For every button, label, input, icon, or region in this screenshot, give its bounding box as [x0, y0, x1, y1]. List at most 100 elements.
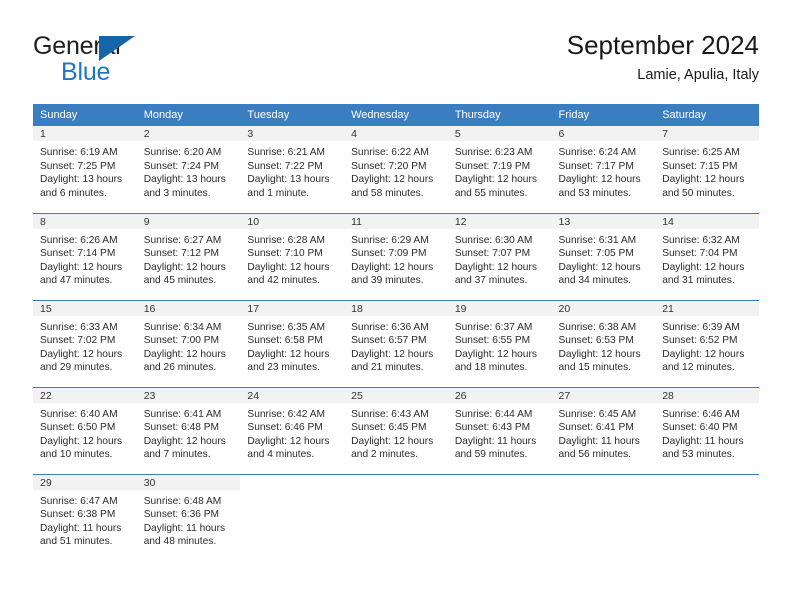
day-number	[240, 474, 345, 491]
day-cell[interactable]: 17 Sunrise: 6:35 AM Sunset: 6:58 PM Dayligh…	[240, 299, 345, 387]
day-cell[interactable]: 4 Sunrise: 6:22 AM Sunset: 7:20 PM Daylight…	[344, 126, 448, 213]
daylight-text-line2: and 50 minutes.	[662, 187, 735, 199]
sunrise-text: Sunrise: 6:28 AM	[247, 234, 325, 246]
day-cell-empty	[551, 473, 656, 561]
day-cell[interactable]: 2 Sunrise: 6:20 AM Sunset: 7:24 PM Daylight…	[136, 126, 241, 213]
day-cell[interactable]: 25 Sunrise: 6:43 AM Sunset: 6:45 PM Dayligh…	[344, 386, 448, 474]
sunset-text: Sunset: 6:50 PM	[40, 422, 116, 434]
sunset-text: Sunset: 7:00 PM	[143, 335, 220, 347]
weekday-header-friday: Friday	[551, 104, 656, 126]
daylight-text-line2: and 10 minutes.	[40, 449, 113, 461]
daylight-text-line1: Daylight: 13 hours	[143, 174, 226, 186]
daylight-text-line1: Daylight: 11 hours	[558, 435, 640, 447]
daylight-text-line2: and 31 minutes.	[662, 275, 735, 287]
sunrise-text: Sunrise: 6:36 AM	[351, 321, 429, 333]
day-number: 7	[655, 126, 759, 142]
daylight-text-line2: and 1 minute.	[247, 187, 310, 199]
calendar-week-row: 8 Sunrise: 6:26 AM Sunset: 7:14 PM Daylight…	[33, 212, 759, 300]
day-cell[interactable]: 14 Sunrise: 6:32 AM Sunset: 7:04 PM Dayligh…	[655, 212, 759, 300]
day-number: 23	[136, 387, 241, 404]
day-cell[interactable]: 22 Sunrise: 6:40 AM Sunset: 6:50 PM Dayligh…	[33, 386, 137, 474]
logo-text-blue: Blue	[61, 58, 111, 86]
sunrise-text: Sunrise: 6:47 AM	[40, 495, 118, 507]
day-details: Sunrise: 6:26 AM Sunset: 7:14 PM Daylight:…	[33, 230, 137, 288]
general-blue-logo[interactable]: General Blue	[33, 34, 233, 90]
day-number: 3	[240, 126, 345, 142]
day-cell[interactable]: 21 Sunrise: 6:39 AM Sunset: 6:52 PM Dayligh…	[655, 299, 759, 387]
day-cell[interactable]: 27 Sunrise: 6:45 AM Sunset: 6:41 PM Dayligh…	[551, 386, 656, 474]
sunrise-text: Sunrise: 6:45 AM	[558, 408, 637, 420]
sunset-text: Sunset: 7:22 PM	[247, 160, 323, 172]
sunset-text: Sunset: 6:52 PM	[662, 335, 738, 347]
sunset-text: Sunset: 6:40 PM	[662, 422, 738, 434]
day-cell[interactable]: 6 Sunrise: 6:24 AM Sunset: 7:17 PM Daylight…	[551, 126, 656, 213]
daylight-text-line1: Daylight: 12 hours	[247, 348, 330, 360]
sunset-text: Sunset: 6:38 PM	[40, 509, 116, 521]
daylight-text-line1: Daylight: 12 hours	[143, 348, 226, 360]
sunrise-text: Sunrise: 6:25 AM	[662, 147, 740, 158]
daylight-text-line2: and 56 minutes.	[558, 449, 632, 461]
day-cell[interactable]: 19 Sunrise: 6:37 AM Sunset: 6:55 PM Dayligh…	[447, 299, 552, 387]
weekday-header-wednesday: Wednesday	[344, 104, 448, 126]
day-number: 29	[33, 474, 137, 491]
day-cell[interactable]: 26 Sunrise: 6:44 AM Sunset: 6:43 PM Dayligh…	[447, 386, 552, 474]
day-cell[interactable]: 1 Sunrise: 6:19 AM Sunset: 7:25 PM Daylight…	[33, 126, 137, 213]
day-details: Sunrise: 6:34 AM Sunset: 7:00 PM Daylight:…	[137, 317, 241, 375]
sunrise-text: Sunrise: 6:35 AM	[247, 321, 325, 333]
day-cell[interactable]: 12 Sunrise: 6:30 AM Sunset: 7:07 PM Dayligh…	[447, 212, 552, 300]
day-cell[interactable]: 28 Sunrise: 6:46 AM Sunset: 6:40 PM Dayligh…	[655, 386, 759, 474]
daylight-text-line2: and 53 minutes.	[558, 187, 632, 199]
day-details: Sunrise: 6:48 AM Sunset: 6:36 PM Daylight:…	[137, 491, 241, 549]
day-cell[interactable]: 29 Sunrise: 6:47 AM Sunset: 6:38 PM Dayligh…	[33, 473, 137, 561]
day-cell[interactable]: 7 Sunrise: 6:25 AM Sunset: 7:15 PM Daylight…	[655, 126, 759, 213]
day-details: Sunrise: 6:40 AM Sunset: 6:50 PM Daylight:…	[33, 404, 137, 462]
daylight-text-line1: Daylight: 11 hours	[143, 522, 226, 534]
daylight-text-line2: and 15 minutes.	[558, 362, 632, 374]
day-details: Sunrise: 6:39 AM Sunset: 6:52 PM Daylight:…	[655, 317, 759, 375]
day-details: Sunrise: 6:30 AM Sunset: 7:07 PM Daylight:…	[448, 230, 552, 288]
sunset-text: Sunset: 7:07 PM	[454, 248, 531, 260]
sunset-text: Sunset: 7:05 PM	[558, 248, 634, 260]
daylight-text-line1: Daylight: 12 hours	[558, 174, 641, 186]
day-number: 17	[240, 300, 345, 317]
day-details: Sunrise: 6:46 AM Sunset: 6:40 PM Daylight:…	[655, 404, 759, 462]
sunset-text: Sunset: 7:14 PM	[40, 248, 116, 260]
day-cell[interactable]: 13 Sunrise: 6:31 AM Sunset: 7:05 PM Dayligh…	[551, 212, 656, 300]
day-cell[interactable]: 24 Sunrise: 6:42 AM Sunset: 6:46 PM Dayligh…	[240, 386, 345, 474]
day-cell[interactable]: 23 Sunrise: 6:41 AM Sunset: 6:48 PM Dayligh…	[136, 386, 241, 474]
day-number: 14	[655, 213, 759, 230]
daylight-text-line1: Daylight: 13 hours	[40, 174, 123, 186]
day-cell[interactable]: 8 Sunrise: 6:26 AM Sunset: 7:14 PM Daylight…	[33, 212, 137, 300]
day-cell[interactable]: 30 Sunrise: 6:48 AM Sunset: 6:36 PM Dayligh…	[136, 473, 241, 561]
sunset-text: Sunset: 7:04 PM	[662, 248, 738, 260]
sunset-text: Sunset: 7:02 PM	[40, 335, 116, 347]
sunrise-text: Sunrise: 6:19 AM	[40, 147, 118, 158]
day-cell[interactable]: 5 Sunrise: 6:23 AM Sunset: 7:19 PM Daylight…	[447, 126, 552, 213]
day-details: Sunrise: 6:36 AM Sunset: 6:57 PM Daylight:…	[344, 317, 448, 375]
sunset-text: Sunset: 6:46 PM	[247, 422, 323, 434]
daylight-text-line2: and 21 minutes.	[351, 362, 424, 374]
daylight-text-line1: Daylight: 11 hours	[454, 435, 537, 447]
sunrise-text: Sunrise: 6:42 AM	[247, 408, 325, 420]
day-cell[interactable]: 3 Sunrise: 6:21 AM Sunset: 7:22 PM Daylight…	[240, 126, 345, 213]
day-details: Sunrise: 6:28 AM Sunset: 7:10 PM Daylight:…	[240, 230, 344, 288]
day-number: 28	[655, 387, 759, 404]
daylight-text-line2: and 53 minutes.	[662, 449, 735, 461]
day-cell[interactable]: 11 Sunrise: 6:29 AM Sunset: 7:09 PM Dayligh…	[344, 212, 448, 300]
day-cell[interactable]: 15 Sunrise: 6:33 AM Sunset: 7:02 PM Dayligh…	[33, 299, 137, 387]
daylight-text-line2: and 59 minutes.	[454, 449, 528, 461]
daylight-text-line2: and 26 minutes.	[143, 362, 217, 374]
day-cell[interactable]: 9 Sunrise: 6:27 AM Sunset: 7:12 PM Daylight…	[136, 212, 241, 300]
day-details: Sunrise: 6:42 AM Sunset: 6:46 PM Daylight:…	[240, 404, 344, 462]
daylight-text-line2: and 47 minutes.	[40, 275, 113, 287]
day-cell[interactable]: 18 Sunrise: 6:36 AM Sunset: 6:57 PM Dayligh…	[344, 299, 448, 387]
day-cell[interactable]: 16 Sunrise: 6:34 AM Sunset: 7:00 PM Dayligh…	[136, 299, 241, 387]
day-cell-empty	[447, 473, 552, 561]
day-cell[interactable]: 10 Sunrise: 6:28 AM Sunset: 7:10 PM Dayligh…	[240, 212, 345, 300]
sunset-text: Sunset: 7:24 PM	[143, 160, 220, 172]
page-title: September 2024	[566, 30, 759, 60]
day-cell[interactable]: 20 Sunrise: 6:38 AM Sunset: 6:53 PM Dayligh…	[551, 299, 656, 387]
day-number: 19	[447, 300, 552, 317]
day-details: Sunrise: 6:21 AM Sunset: 7:22 PM Daylight:…	[240, 142, 344, 200]
daylight-text-line2: and 51 minutes.	[40, 536, 113, 548]
